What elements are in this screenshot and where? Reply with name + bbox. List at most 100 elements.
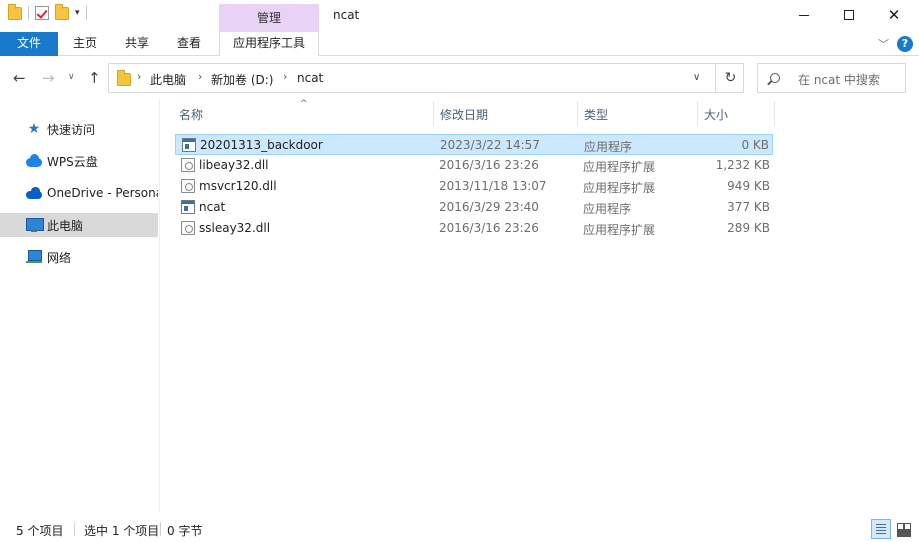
title-bar: ▾ 管理 ncat ✕ [0, 0, 919, 32]
help-icon[interactable]: ? [897, 36, 913, 52]
forward-arrow-icon[interactable]: → [42, 69, 55, 87]
breadcrumb-this-pc[interactable]: 此电脑 [150, 71, 186, 88]
file-size: 949 KB [727, 179, 770, 193]
status-bar: 5 个项目 选中 1 个项目 0 字节 [0, 512, 919, 542]
search-placeholder: 在 ncat 中搜索 [798, 73, 880, 87]
chevron-right-icon[interactable]: › [283, 70, 287, 83]
file-type: 应用程序 [584, 140, 633, 154]
sidebar-item-label: 网络 [47, 250, 72, 265]
sidebar-item-onedrive[interactable]: OneDrive - Personal [0, 181, 158, 205]
file-size: 1,232 KB [715, 158, 770, 172]
file-name: ssleay32.dll [199, 221, 271, 235]
sidebar-item-quick-access[interactable]: ★ 快速访问 [0, 117, 158, 141]
divider [28, 6, 29, 20]
computer-icon [26, 218, 44, 232]
navigation-pane: ★ 快速访问 WPS云盘 OneDrive - Personal 此电脑 网络 [0, 99, 160, 512]
dll-file-icon [181, 179, 195, 193]
column-header-name[interactable]: 名称 [173, 106, 203, 130]
file-name: 20201313_backdoor [200, 138, 323, 152]
cloud-icon [26, 154, 42, 168]
recent-locations-chevron-icon[interactable]: ∨ [68, 72, 75, 82]
details-view-icon[interactable] [871, 519, 891, 539]
maximize-icon [844, 10, 854, 20]
sidebar-item-label: WPS云盘 [47, 154, 98, 169]
folder-icon [8, 3, 22, 20]
file-row[interactable]: ssleay32.dll 2016/3/16 23:26 应用程序扩展 289 … [175, 218, 773, 239]
file-type: 应用程序扩展 [583, 181, 656, 195]
window-title: ncat [333, 8, 360, 22]
minimize-button[interactable] [781, 0, 827, 30]
customize-dropdown-icon[interactable]: ▾ [75, 8, 80, 18]
close-button[interactable]: ✕ [871, 0, 917, 30]
chevron-right-icon[interactable]: › [137, 70, 141, 83]
address-dropdown-icon[interactable]: ∨ [693, 72, 700, 83]
file-name: msvcr120.dll [199, 179, 277, 193]
file-row[interactable]: msvcr120.dll 2013/11/18 13:07 应用程序扩展 949… [175, 176, 773, 197]
column-header-date[interactable]: 修改日期 [434, 106, 488, 130]
file-type: 应用程序扩展 [583, 160, 656, 174]
up-arrow-icon[interactable]: ↑ [88, 69, 101, 87]
application-icon [182, 138, 196, 152]
network-icon [26, 250, 42, 264]
sidebar-item-network[interactable]: 网络 [0, 245, 158, 269]
search-box[interactable]: 在 ncat 中搜索 [757, 63, 906, 93]
selection-count: 选中 1 个项目 [84, 524, 160, 538]
file-row[interactable]: ncat 2016/3/29 23:40 应用程序 377 KB [175, 197, 773, 218]
refresh-icon[interactable]: ↻ [715, 63, 745, 93]
maximize-button[interactable] [826, 0, 872, 30]
tab-application-tools[interactable]: 应用程序工具 [219, 32, 319, 56]
file-size: 0 KB [741, 138, 769, 152]
contextual-tab-group-label: 管理 [219, 4, 319, 32]
file-type: 应用程序 [583, 202, 632, 216]
expand-ribbon-icon[interactable]: ﹀ [878, 36, 889, 52]
column-header-type[interactable]: 类型 [578, 106, 608, 130]
tab-file[interactable]: 文件 [0, 32, 58, 56]
selection-size: 0 字节 [167, 524, 203, 538]
sort-ascending-icon: ^ [300, 99, 308, 109]
quick-access-toolbar: ▾ [8, 3, 87, 20]
file-date: 2016/3/29 23:40 [439, 200, 539, 214]
breadcrumb-drive[interactable]: 新加卷 (D:) [211, 71, 273, 88]
file-date: 2016/3/16 23:26 [439, 158, 539, 172]
file-size: 289 KB [727, 221, 770, 235]
chevron-right-icon[interactable]: › [198, 70, 202, 83]
file-name: ncat [199, 200, 226, 214]
divider [160, 522, 161, 536]
file-type: 应用程序扩展 [583, 223, 656, 237]
search-icon [770, 73, 780, 83]
file-row[interactable]: libeay32.dll 2016/3/16 23:26 应用程序扩展 1,23… [175, 155, 773, 176]
sidebar-item-wps-cloud[interactable]: WPS云盘 [0, 149, 158, 173]
file-row[interactable]: 20201313_backdoor 2023/3/22 14:57 应用程序 0… [175, 134, 773, 155]
tab-home[interactable]: 主页 [62, 32, 108, 56]
address-bar[interactable]: › 此电脑 › 新加卷 (D:) › ncat ∨ ↻ [108, 63, 744, 93]
properties-icon[interactable] [35, 6, 49, 20]
tab-view[interactable]: 查看 [166, 32, 212, 56]
minimize-icon [799, 14, 809, 16]
file-name: libeay32.dll [199, 158, 269, 172]
file-date: 2023/3/22 14:57 [440, 138, 540, 152]
sidebar-item-this-pc[interactable]: 此电脑 [0, 213, 158, 237]
column-header-size[interactable]: 大小 [698, 106, 728, 130]
large-icons-view-icon[interactable] [893, 519, 913, 539]
sidebar-item-label: 快速访问 [47, 122, 96, 137]
file-list: ^ 名称 修改日期 类型 大小 20201313_backdoor 2023/3… [160, 99, 919, 512]
breadcrumb-folder[interactable]: ncat [297, 71, 323, 85]
onedrive-icon [26, 186, 42, 200]
tab-share[interactable]: 共享 [114, 32, 160, 56]
file-date: 2013/11/18 13:07 [439, 179, 547, 193]
close-icon: ✕ [887, 5, 901, 24]
dll-file-icon [181, 221, 195, 235]
new-folder-icon[interactable] [55, 3, 69, 20]
sidebar-item-label: OneDrive - Personal [47, 186, 158, 200]
sidebar-item-label: 此电脑 [47, 218, 84, 233]
folder-icon [117, 70, 131, 86]
file-size: 377 KB [727, 200, 770, 214]
application-icon [181, 200, 195, 214]
back-arrow-icon[interactable]: ← [13, 69, 26, 87]
star-icon: ★ [27, 121, 41, 137]
dll-file-icon [181, 158, 195, 172]
navigation-bar: ← → ∨ ↑ › 此电脑 › 新加卷 (D:) › ncat ∨ ↻ 在 nc… [0, 57, 919, 99]
column-divider[interactable] [774, 101, 775, 127]
file-date: 2016/3/16 23:26 [439, 221, 539, 235]
item-count: 5 个项目 [16, 524, 64, 538]
